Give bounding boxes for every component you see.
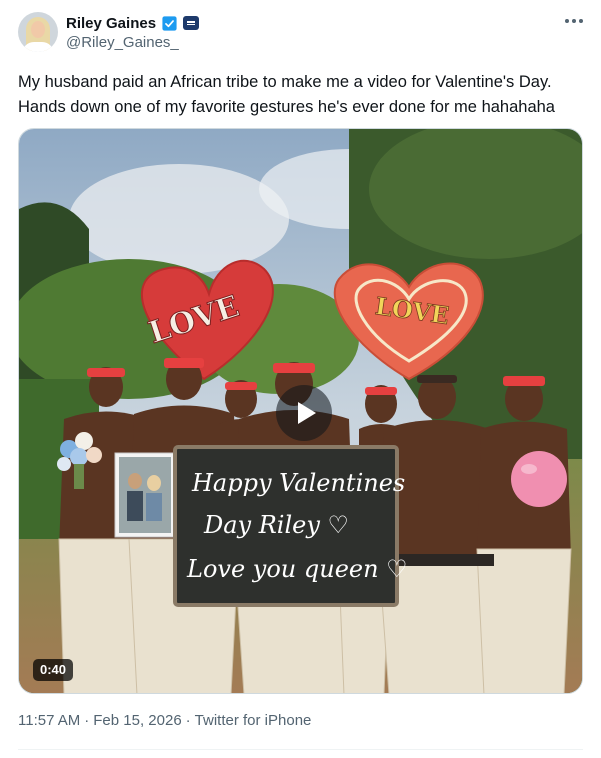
play-icon xyxy=(297,402,316,424)
tweet-source[interactable]: Twitter for iPhone xyxy=(195,712,312,729)
author-name-row: Riley Gaines xyxy=(66,13,200,33)
tweet-date[interactable]: Feb 15, 2026 xyxy=(93,712,181,729)
avatar[interactable] xyxy=(18,12,58,52)
meta-separator-2: · xyxy=(185,712,191,729)
author-display-name[interactable]: Riley Gaines xyxy=(66,15,156,32)
meta-separator: · xyxy=(84,712,90,729)
tweet-text: My husband paid an African tribe to make… xyxy=(18,73,555,116)
chalkboard-line-3: Love you queen ♡ xyxy=(186,555,408,583)
verified-badge-icon xyxy=(162,15,177,31)
divider xyxy=(18,749,583,750)
tweet-time[interactable]: 11:57 AM xyxy=(18,712,80,729)
chalkboard-line-1: Happy Valentines xyxy=(191,469,405,497)
play-button[interactable] xyxy=(276,385,332,441)
chalkboard-line-2: Day Riley ♡ xyxy=(203,511,349,539)
author-handle[interactable]: @Riley_Gaines_ xyxy=(66,34,179,51)
affiliate-badge-icon xyxy=(183,16,200,30)
video-player[interactable]: LOVE LOVE Happy Valentines Day Riley ♡ L… xyxy=(18,128,583,694)
video-duration-badge: 0:40 xyxy=(33,659,74,681)
tweet-card: Riley Gaines @Riley_Gaines_ My husband p… xyxy=(0,0,601,758)
tweet-meta: 11:57 AM · Feb 15, 2026 · Twitter for iP… xyxy=(18,712,311,729)
more-options-icon[interactable] xyxy=(563,14,585,28)
photo-frame xyxy=(114,452,176,538)
chalkboard-sign: Happy Valentines Day Riley ♡ Love you qu… xyxy=(173,445,408,607)
pink-balloon xyxy=(511,451,567,507)
